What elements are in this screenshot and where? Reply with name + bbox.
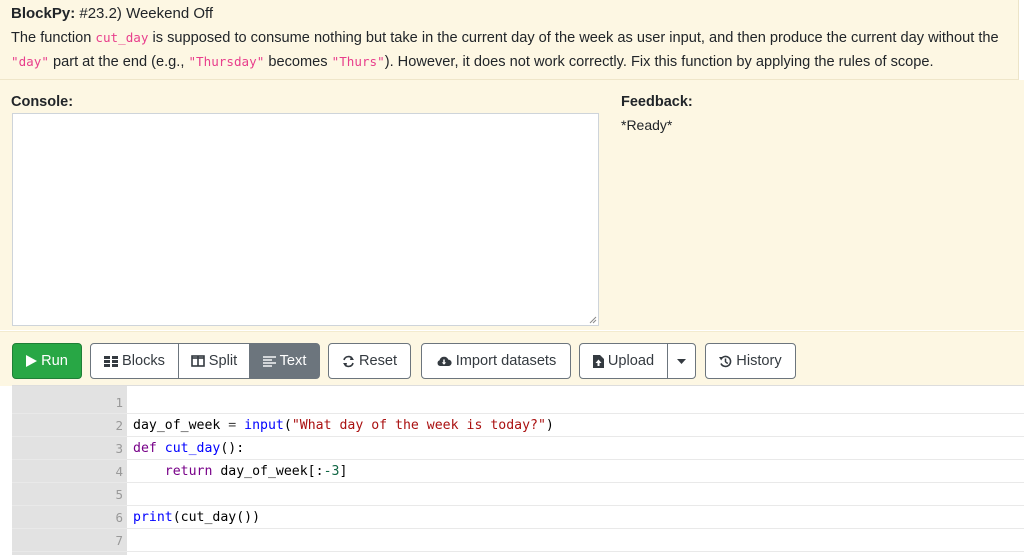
- code-token: day_of_week[:: [212, 464, 324, 479]
- code-token: -3: [323, 464, 340, 479]
- instruction-text: becomes: [264, 54, 332, 70]
- code-token: day_of_week: [133, 418, 221, 433]
- code-token: "What day of the week is today?": [291, 418, 546, 433]
- code-token: ]: [339, 464, 348, 479]
- run-button-label: Run: [41, 353, 68, 369]
- inline-code: "day": [11, 54, 49, 69]
- feedback-message: *Ready*: [621, 117, 673, 133]
- code-token: input: [244, 418, 284, 433]
- code-editor[interactable]: 1 2 day_of_week = input("What day of the…: [12, 385, 1024, 555]
- code-token: (cut_day()): [172, 510, 261, 525]
- history-button[interactable]: History: [705, 343, 796, 379]
- reset-icon: [342, 355, 355, 368]
- feedback-label: Feedback:: [621, 94, 693, 110]
- import-datasets-button[interactable]: Import datasets: [421, 343, 571, 379]
- split-icon: [190, 355, 205, 367]
- instruction-text: The function: [11, 30, 96, 46]
- file-upload-icon: [592, 354, 604, 368]
- console-output[interactable]: [12, 113, 599, 326]
- reset-button[interactable]: Reset: [328, 343, 411, 379]
- assignment-instructions: The function cut_day is supposed to cons…: [11, 26, 1011, 74]
- code-token: print: [133, 510, 173, 525]
- cloud-download-icon: [436, 355, 452, 367]
- app-name: BlockPy:: [11, 5, 76, 22]
- inline-code: "Thurs": [331, 54, 385, 69]
- upload-button[interactable]: Upload: [579, 343, 668, 379]
- history-icon: [719, 355, 732, 368]
- code-token: ): [545, 418, 554, 433]
- code-line[interactable]: 7: [12, 529, 1024, 552]
- instruction-text: is supposed to consume nothing but take …: [148, 30, 999, 46]
- code-token: def: [133, 441, 157, 456]
- line-number: 1: [115, 395, 123, 410]
- code-token: =: [220, 418, 245, 433]
- run-button[interactable]: Run: [12, 343, 82, 379]
- import-button-label: Import datasets: [455, 353, 557, 369]
- line-number: 3: [115, 441, 123, 456]
- code-line[interactable]: 2 day_of_week = input("What day of the w…: [12, 414, 1024, 437]
- blocks-button-label: Blocks: [122, 353, 165, 369]
- code-text: return day_of_week[:-3]: [133, 460, 348, 483]
- line-number: 5: [115, 487, 123, 502]
- instruction-text: ). However, it does not work correctly. …: [384, 54, 934, 70]
- inline-code: "Thursday": [188, 54, 265, 69]
- split-button-label: Split: [208, 353, 238, 369]
- reset-button-label: Reset: [358, 353, 398, 369]
- code-line[interactable]: 5: [12, 483, 1024, 506]
- line-number: 7: [115, 533, 123, 548]
- assignment-name: #23.2) Weekend Off: [79, 5, 214, 22]
- history-button-label: History: [736, 353, 782, 369]
- code-line[interactable]: 4 return day_of_week[:-3]: [12, 460, 1024, 483]
- instruction-text: part at the end (e.g.,: [48, 54, 189, 70]
- caret-down-icon: [677, 358, 686, 364]
- code-line[interactable]: 6 print(cut_day()): [12, 506, 1024, 529]
- console-label: Console:: [11, 94, 74, 110]
- code-token: cut_day: [164, 441, 221, 456]
- code-line[interactable]: 1: [12, 391, 1024, 414]
- upload-dropdown-toggle[interactable]: [667, 343, 696, 379]
- resize-grip-icon[interactable]: [589, 316, 597, 324]
- split-mode-button[interactable]: Split: [178, 343, 250, 379]
- assignment-title: BlockPy: #23.2) Weekend Off: [11, 5, 213, 22]
- code-text: def cut_day():: [133, 437, 244, 460]
- line-number: 2: [115, 418, 123, 433]
- blocks-icon: [104, 355, 118, 367]
- code-token: ():: [220, 441, 245, 456]
- line-number: 4: [115, 464, 123, 479]
- code-token: return: [164, 464, 213, 479]
- text-mode-button[interactable]: Text: [249, 343, 320, 379]
- code-text: print(cut_day()): [133, 506, 260, 529]
- text-button-label: Text: [279, 353, 307, 369]
- play-icon: [26, 355, 38, 367]
- code-token: (: [283, 418, 292, 433]
- assignment-header: BlockPy: #23.2) Weekend Off The function…: [0, 0, 1019, 80]
- blocks-mode-button[interactable]: Blocks: [90, 343, 179, 379]
- code-line[interactable]: 3 def cut_day():: [12, 437, 1024, 460]
- upload-button-label: Upload: [607, 353, 655, 369]
- line-number: 6: [115, 510, 123, 525]
- text-lines-icon: [262, 355, 276, 367]
- inline-code: cut_day: [95, 30, 149, 45]
- code-text: day_of_week = input("What day of the wee…: [133, 414, 554, 437]
